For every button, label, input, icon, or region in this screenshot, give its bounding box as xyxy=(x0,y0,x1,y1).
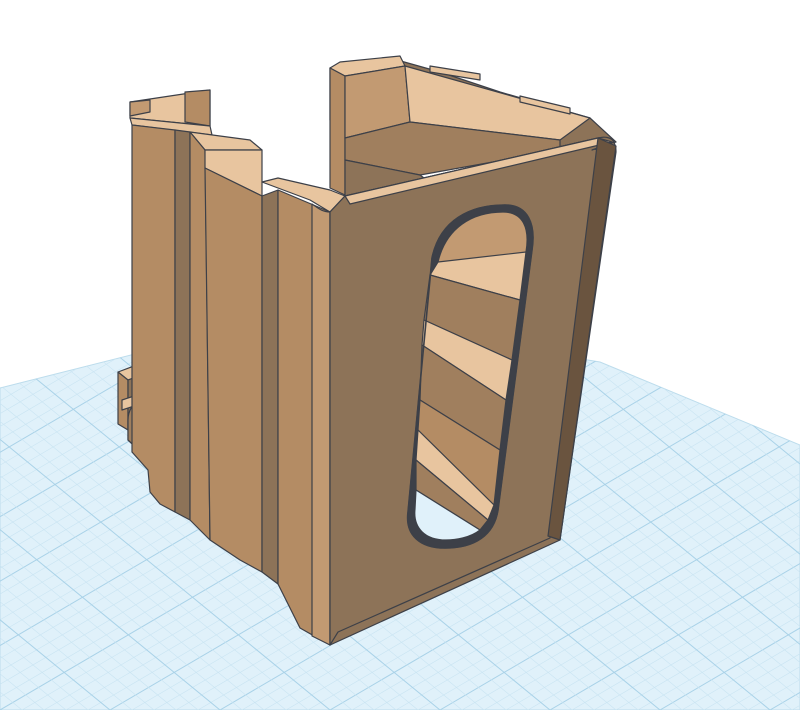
3d-viewport[interactable] xyxy=(0,0,800,710)
workplane-scene[interactable] xyxy=(0,0,800,710)
left-column-middle xyxy=(189,131,279,585)
